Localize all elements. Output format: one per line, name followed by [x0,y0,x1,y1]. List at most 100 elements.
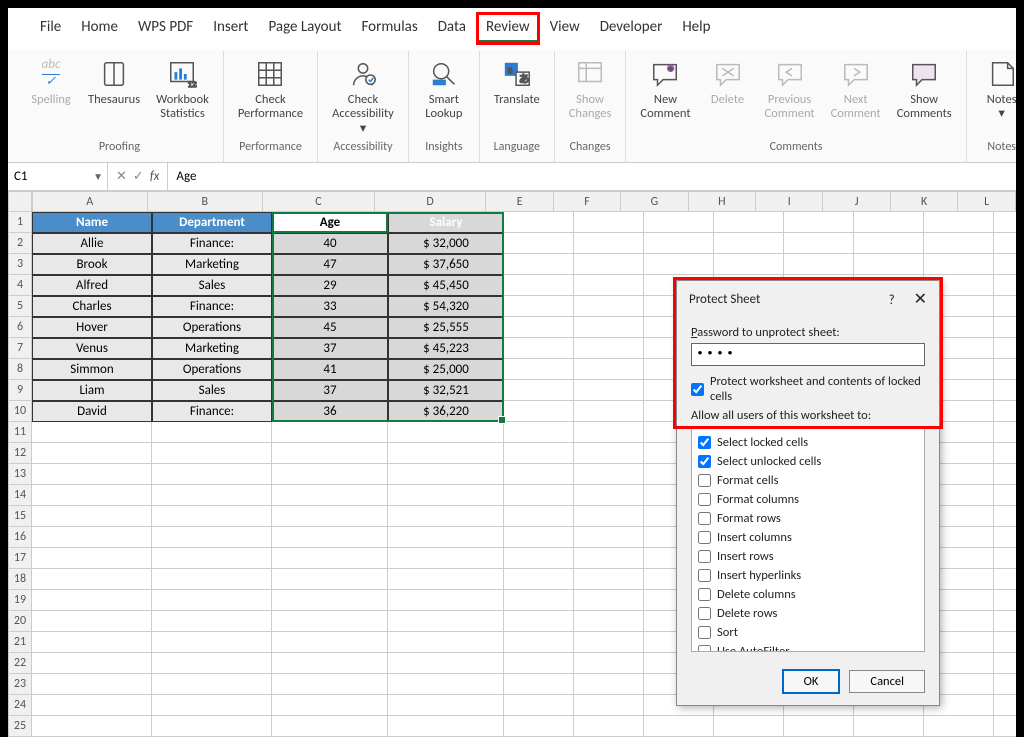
close-icon[interactable]: ✕ [914,290,927,309]
cell-B25[interactable] [152,716,272,737]
cell-F7[interactable] [574,338,644,359]
cell-F1[interactable] [574,212,644,233]
cell-B19[interactable] [152,590,272,611]
row-header-5[interactable]: 5 [8,296,32,317]
cell-L13[interactable] [994,464,1016,485]
cell-L14[interactable] [994,485,1016,506]
cell-G3[interactable] [644,254,714,275]
cell-C6[interactable]: 45 [272,317,388,338]
cell-A1[interactable]: Name [32,212,152,233]
cell-B22[interactable] [152,653,272,674]
cell-F21[interactable] [574,632,644,653]
cell-F19[interactable] [574,590,644,611]
cell-J3[interactable] [854,254,924,275]
password-input[interactable] [691,343,925,366]
cell-L18[interactable] [994,569,1016,590]
cell-D25[interactable] [388,716,504,737]
perm-checkbox-11[interactable] [698,645,711,652]
cell-E8[interactable] [504,359,574,380]
translate-button[interactable]: aあTranslate [488,55,546,138]
cell-D15[interactable] [388,506,504,527]
cell-C18[interactable] [272,569,388,590]
cell-B23[interactable] [152,674,272,695]
cell-D3[interactable]: $ 37,650 [388,254,504,275]
cell-B11[interactable] [152,422,272,443]
cell-E10[interactable] [504,401,574,422]
row-header-11[interactable]: 11 [8,422,32,443]
cell-F8[interactable] [574,359,644,380]
cell-D22[interactable] [388,653,504,674]
cell-L9[interactable] [994,380,1016,401]
cell-G2[interactable] [644,233,714,254]
perm-checkbox-3[interactable] [698,493,711,506]
cell-F9[interactable] [574,380,644,401]
cell-F10[interactable] [574,401,644,422]
cell-H2[interactable] [714,233,784,254]
col-header-L[interactable]: L [958,191,1016,212]
perm-checkbox-1[interactable] [698,455,711,468]
cell-C15[interactable] [272,506,388,527]
cell-A6[interactable]: Hover [32,317,152,338]
name-box[interactable]: C1 ▼ [8,163,108,190]
perm-checkbox-5[interactable] [698,531,711,544]
cell-H3[interactable] [714,254,784,275]
perm-checkbox-9[interactable] [698,607,711,620]
cell-D9[interactable]: $ 32,521 [388,380,504,401]
thesaurus-button[interactable]: Thesaurus [82,55,146,138]
cell-C14[interactable] [272,485,388,506]
new-comment-button[interactable]: +NewComment [634,55,696,138]
cell-A4[interactable]: Alfred [32,275,152,296]
cell-F16[interactable] [574,527,644,548]
cell-E22[interactable] [504,653,574,674]
col-header-H[interactable]: H [689,191,756,212]
cell-A8[interactable]: Simmon [32,359,152,380]
cell-A25[interactable] [32,716,152,737]
menu-tab-insert[interactable]: Insert [205,14,256,43]
perm-checkbox-2[interactable] [698,474,711,487]
menu-tab-page-layout[interactable]: Page Layout [260,14,349,43]
row-header-4[interactable]: 4 [8,275,32,296]
cell-D4[interactable]: $ 45,450 [388,275,504,296]
menu-tab-developer[interactable]: Developer [592,14,671,43]
menu-tab-wps-pdf[interactable]: WPS PDF [130,14,201,43]
cell-C9[interactable]: 37 [272,380,388,401]
cell-A15[interactable] [32,506,152,527]
cell-D24[interactable] [388,695,504,716]
menu-tab-file[interactable]: File [32,14,69,43]
cell-B4[interactable]: Sales [152,275,272,296]
cell-F24[interactable] [574,695,644,716]
cell-E11[interactable] [504,422,574,443]
cell-L8[interactable] [994,359,1016,380]
cell-F20[interactable] [574,611,644,632]
cell-H25[interactable] [714,716,784,737]
perm-checkbox-4[interactable] [698,512,711,525]
cell-D13[interactable] [388,464,504,485]
help-icon[interactable]: ? [889,293,895,308]
cell-C3[interactable]: 47 [272,254,388,275]
cell-C13[interactable] [272,464,388,485]
cell-C11[interactable] [272,422,388,443]
cell-J2[interactable] [854,233,924,254]
cell-A16[interactable] [32,527,152,548]
cell-B21[interactable] [152,632,272,653]
cell-E21[interactable] [504,632,574,653]
cell-C20[interactable] [272,611,388,632]
cell-B5[interactable]: Finance: [152,296,272,317]
col-header-I[interactable]: I [756,191,823,212]
cell-C24[interactable] [272,695,388,716]
cell-L6[interactable] [994,317,1016,338]
row-header-2[interactable]: 2 [8,233,32,254]
cell-B12[interactable] [152,443,272,464]
row-header-9[interactable]: 9 [8,380,32,401]
row-header-7[interactable]: 7 [8,338,32,359]
col-header-D[interactable]: D [375,191,487,212]
menu-tab-view[interactable]: View [542,14,588,43]
cell-D10[interactable]: $ 36,220 [388,401,504,422]
cell-E14[interactable] [504,485,574,506]
cell-C7[interactable]: 37 [272,338,388,359]
row-header-19[interactable]: 19 [8,590,32,611]
cell-D1[interactable]: Salary [388,212,504,233]
cell-I2[interactable] [784,233,854,254]
cancel-button[interactable]: Cancel [849,670,925,693]
cell-E6[interactable] [504,317,574,338]
